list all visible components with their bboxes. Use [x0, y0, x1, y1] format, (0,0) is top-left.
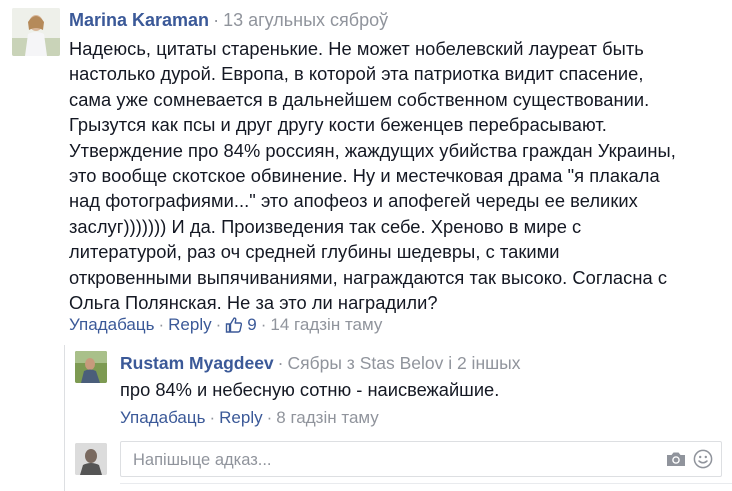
reply-text: про 84% и небесную сотню - наисвежайшие.: [120, 379, 500, 400]
reply-header: Rustam Myagdeev · Сябры з Stas Belov і 2 і…: [120, 353, 520, 374]
reply-thread: Rustam Myagdeev · Сябры з Stas Belov і 2 і…: [64, 345, 732, 491]
profile-photo: [75, 443, 107, 475]
reply-link[interactable]: Reply: [219, 408, 262, 427]
author-name[interactable]: Marina Karaman: [69, 10, 209, 30]
avatar[interactable]: [12, 8, 60, 56]
divider: [120, 483, 732, 484]
comment-header: Marina Karaman · 13 агульных сяброў: [69, 10, 388, 31]
separator-dot: ·: [266, 408, 273, 427]
thumbs-up-icon: [226, 317, 243, 333]
separator-dot: ·: [260, 315, 267, 334]
comment-line: над фотографиями..." это апофеоз и апофе…: [69, 190, 638, 212]
avatar[interactable]: [75, 351, 107, 383]
camera-icon[interactable]: [665, 450, 687, 473]
profile-photo: [75, 351, 107, 383]
comment-line: Надеюсь, цитаты старенькие. Не может ноб…: [69, 38, 644, 59]
reply-composer: [65, 441, 732, 491]
separator-dot: ·: [209, 408, 216, 427]
comment-line: сама уже сомневается в дальнейшем собств…: [69, 88, 650, 110]
comment-line: откровенными выпячиваниями, награждаются…: [69, 266, 668, 288]
separator-dot: ·: [158, 315, 165, 334]
current-user-avatar: [75, 443, 107, 475]
separator-dot: ·: [215, 315, 222, 334]
like-link[interactable]: Упадабаць: [69, 315, 154, 335]
reply-link[interactable]: Reply: [168, 315, 211, 335]
reply-comment: Rustam Myagdeev · Сябры з Stas Belov і 2 і…: [65, 345, 725, 433]
comment-line: Утверждение про 84% россиян, жаждущих уб…: [69, 139, 676, 161]
comment-line: литературой, раз оч средней глубины шеде…: [69, 241, 560, 263]
comment-text: Надеюсь, цитаты старенькие. Не может ноб…: [69, 36, 719, 315]
comment-line: заслуг))))))) И да. Произведения так себ…: [69, 215, 582, 237]
smile-icon[interactable]: [693, 449, 713, 474]
separator-dot: ·: [213, 10, 220, 30]
reply-actions: Упадабаць · Reply · 8 гадзін таму: [120, 408, 379, 428]
separator-dot: ·: [277, 353, 284, 373]
author-name[interactable]: Rustam Myagdeev: [120, 353, 274, 373]
comment-line: Ольга Полянская. Не за это ли наградили?: [69, 292, 438, 314]
reply-input[interactable]: [131, 446, 635, 474]
comment-time[interactable]: 14 гадзін таму: [270, 315, 382, 335]
mutual-friends[interactable]: Сябры з Stas Belov і 2 іншых: [288, 353, 521, 373]
reply-time[interactable]: 8 гадзін таму: [276, 408, 379, 427]
comment: Marina Karaman · 13 агульных сяброў Надеюс…: [0, 0, 732, 340]
profile-photo: [12, 8, 60, 56]
mutual-friends[interactable]: 13 агульных сяброў: [223, 10, 388, 30]
like-count-button[interactable]: 9: [225, 315, 257, 335]
comment-actions: Упадабаць · Reply · 9 · 14 гадзін таму: [69, 315, 382, 335]
like-count: 9: [247, 315, 257, 334]
comment-line: настолько дурой. Европа, в которой эта п…: [69, 63, 644, 85]
comment-line: это вообще скотское обвинение. Ну и мест…: [69, 165, 660, 187]
like-link[interactable]: Упадабаць: [120, 408, 205, 427]
comment-line: Грызутся как псы и друг другу кости беже…: [69, 114, 607, 136]
reply-input-box[interactable]: [120, 441, 722, 477]
